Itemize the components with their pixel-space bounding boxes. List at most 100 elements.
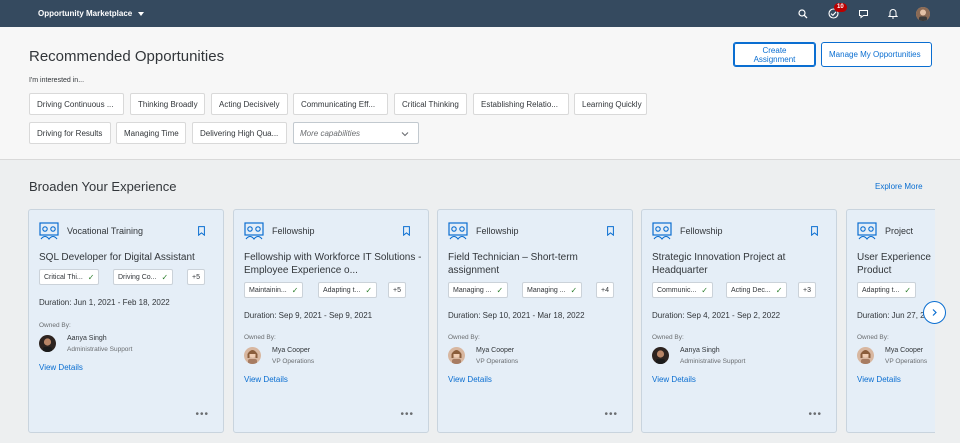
owner-role: VP Operations bbox=[476, 358, 519, 365]
more-capabilities-count[interactable]: +4 bbox=[596, 282, 614, 298]
capability-chip[interactable]: Learning Quickly bbox=[574, 93, 647, 115]
card-type: Fellowship bbox=[680, 226, 723, 236]
owner-role: VP Operations bbox=[272, 358, 315, 365]
capability-chip[interactable]: Managing Time bbox=[116, 122, 186, 144]
checkmark-icon: ✓ bbox=[496, 285, 504, 295]
chevron-down-icon[interactable] bbox=[400, 129, 410, 139]
user-profile-button[interactable] bbox=[908, 0, 938, 27]
owner-role: Administrative Support bbox=[67, 346, 133, 353]
owner-avatar bbox=[652, 347, 669, 364]
notifications-button[interactable] bbox=[878, 0, 908, 27]
more-capabilities-placeholder: More capabilities bbox=[300, 128, 361, 138]
owner-avatar bbox=[244, 347, 261, 364]
training-icon bbox=[39, 222, 59, 240]
caret-down-icon bbox=[138, 11, 145, 16]
capability-tag: Maintainin... ✓ bbox=[244, 282, 304, 298]
view-details-link[interactable]: View Details bbox=[244, 375, 288, 384]
chat-icon bbox=[858, 9, 868, 19]
card-title: Strategic Innovation Project at Headquar… bbox=[652, 252, 786, 276]
owner-name: Mya Cooper bbox=[476, 347, 515, 354]
broaden-heading: Broaden Your Experience bbox=[29, 179, 177, 194]
checkmark-icon: ✓ bbox=[701, 285, 708, 295]
capability-tag-label: Maintainin... bbox=[249, 286, 287, 294]
capability-tag-label: Driving Co... bbox=[118, 273, 157, 281]
search-button[interactable] bbox=[788, 0, 818, 27]
capability-chip[interactable]: Delivering High Qua... bbox=[192, 122, 287, 144]
owner-name: Aanya Singh bbox=[67, 335, 107, 342]
fellowship-icon bbox=[652, 222, 672, 240]
more-capabilities-count[interactable]: +3 bbox=[798, 282, 816, 298]
bookmark-icon[interactable] bbox=[607, 226, 614, 236]
opportunity-card[interactable]: Project User Experience Product Adapting… bbox=[846, 209, 935, 433]
bookmark-icon[interactable] bbox=[811, 226, 818, 236]
card-type: Fellowship bbox=[476, 226, 519, 236]
more-capabilities-count[interactable]: +5 bbox=[187, 269, 205, 285]
view-details-link[interactable]: View Details bbox=[857, 375, 901, 384]
capability-chip[interactable]: Driving for Results bbox=[29, 122, 111, 144]
owner-name: Aanya Singh bbox=[680, 347, 720, 354]
overflow-menu-icon[interactable]: ••• bbox=[808, 409, 822, 420]
overflow-menu-icon[interactable]: ••• bbox=[195, 409, 209, 420]
capability-tag: Managing ... ✓ bbox=[448, 282, 509, 298]
capability-tag-label: Managing ... bbox=[453, 286, 492, 294]
capability-tag: Communic... ✓ bbox=[652, 282, 713, 298]
overflow-menu-icon[interactable]: ••• bbox=[400, 409, 414, 420]
checkmark-icon: ✓ bbox=[570, 285, 578, 295]
owner-avatar bbox=[39, 335, 56, 352]
overflow-menu-icon[interactable]: ••• bbox=[604, 409, 618, 420]
bookmark-icon[interactable] bbox=[198, 226, 205, 236]
interest-label: I'm interested in... bbox=[29, 77, 85, 84]
opportunity-card[interactable]: Fellowship Fellowship with Workforce IT … bbox=[233, 209, 429, 433]
card-type: Fellowship bbox=[272, 226, 315, 236]
opportunity-card[interactable]: Vocational Training SQL Developer for Di… bbox=[28, 209, 224, 433]
manage-opportunities-button[interactable]: Manage My Opportunities bbox=[821, 42, 932, 67]
owned-by-label: Owned By: bbox=[448, 334, 480, 341]
capability-tag: Managing ... ✓ bbox=[522, 282, 583, 298]
card-type: Project bbox=[885, 226, 914, 236]
recommended-section: Recommended Opportunities Create Assignm… bbox=[0, 27, 960, 160]
view-details-link[interactable]: View Details bbox=[448, 375, 492, 384]
create-assignment-button[interactable]: Create Assignment bbox=[733, 42, 816, 67]
card-duration: Duration: Sep 9, 2021 - Sep 9, 2021 bbox=[244, 311, 373, 320]
owner-avatar bbox=[448, 347, 465, 364]
view-details-link[interactable]: View Details bbox=[39, 363, 83, 372]
opportunity-card[interactable]: Fellowship Field Technician – Short-term… bbox=[437, 209, 633, 433]
checkmark-icon: ✓ bbox=[365, 285, 373, 295]
card-title: Field Technician – Short-term assignment bbox=[448, 252, 578, 276]
card-title: SQL Developer for Digital Assistant bbox=[39, 252, 195, 263]
user-avatar bbox=[916, 6, 930, 21]
capability-tag: Acting Dec... ✓ bbox=[726, 282, 788, 298]
capability-tag-label: Adapting t... bbox=[862, 286, 900, 294]
fellowship-icon bbox=[244, 222, 264, 240]
capability-tag: Adapting t... ✓ bbox=[857, 282, 917, 298]
card-duration: Duration: Jun 1, 2021 - Feb 18, 2022 bbox=[39, 298, 170, 307]
project-icon bbox=[857, 222, 877, 240]
capability-chip[interactable]: Driving Continuous ... bbox=[29, 93, 124, 115]
app-title-menu[interactable]: Opportunity Marketplace bbox=[38, 9, 145, 18]
capability-tag: Critical Thi... ✓ bbox=[39, 269, 100, 285]
more-capabilities-count[interactable]: +5 bbox=[388, 282, 406, 298]
card-type: Vocational Training bbox=[67, 226, 144, 236]
chat-button[interactable] bbox=[848, 0, 878, 27]
more-capabilities-combobox[interactable]: More capabilities bbox=[293, 122, 419, 144]
bookmark-icon[interactable] bbox=[403, 226, 410, 236]
capability-chip[interactable]: Thinking Broadly bbox=[130, 93, 205, 115]
carousel-next-button[interactable] bbox=[923, 301, 946, 324]
capability-tag-label: Acting Dec... bbox=[731, 286, 771, 294]
capability-chip[interactable]: Critical Thinking bbox=[394, 93, 467, 115]
tasks-button[interactable]: 10 bbox=[818, 0, 848, 27]
checkmark-icon: ✓ bbox=[87, 272, 95, 282]
checkmark-icon: ✓ bbox=[291, 285, 299, 295]
explore-more-link[interactable]: Explore More bbox=[875, 182, 923, 191]
capability-chip[interactable]: Acting Decisively bbox=[211, 93, 288, 115]
capability-chip[interactable]: Establishing Relatio... bbox=[473, 93, 569, 115]
capability-chip[interactable]: Communicating Eff... bbox=[293, 93, 388, 115]
owner-role: VP Operations bbox=[885, 358, 928, 365]
opportunity-cards: Vocational Training SQL Developer for Di… bbox=[28, 209, 935, 435]
owned-by-label: Owned By: bbox=[39, 322, 71, 329]
checkmark-icon: ✓ bbox=[161, 272, 169, 282]
opportunity-card[interactable]: Fellowship Strategic Innovation Project … bbox=[641, 209, 837, 433]
notification-badge: 10 bbox=[834, 3, 847, 12]
chevron-right-icon bbox=[932, 309, 937, 316]
view-details-link[interactable]: View Details bbox=[652, 375, 696, 384]
